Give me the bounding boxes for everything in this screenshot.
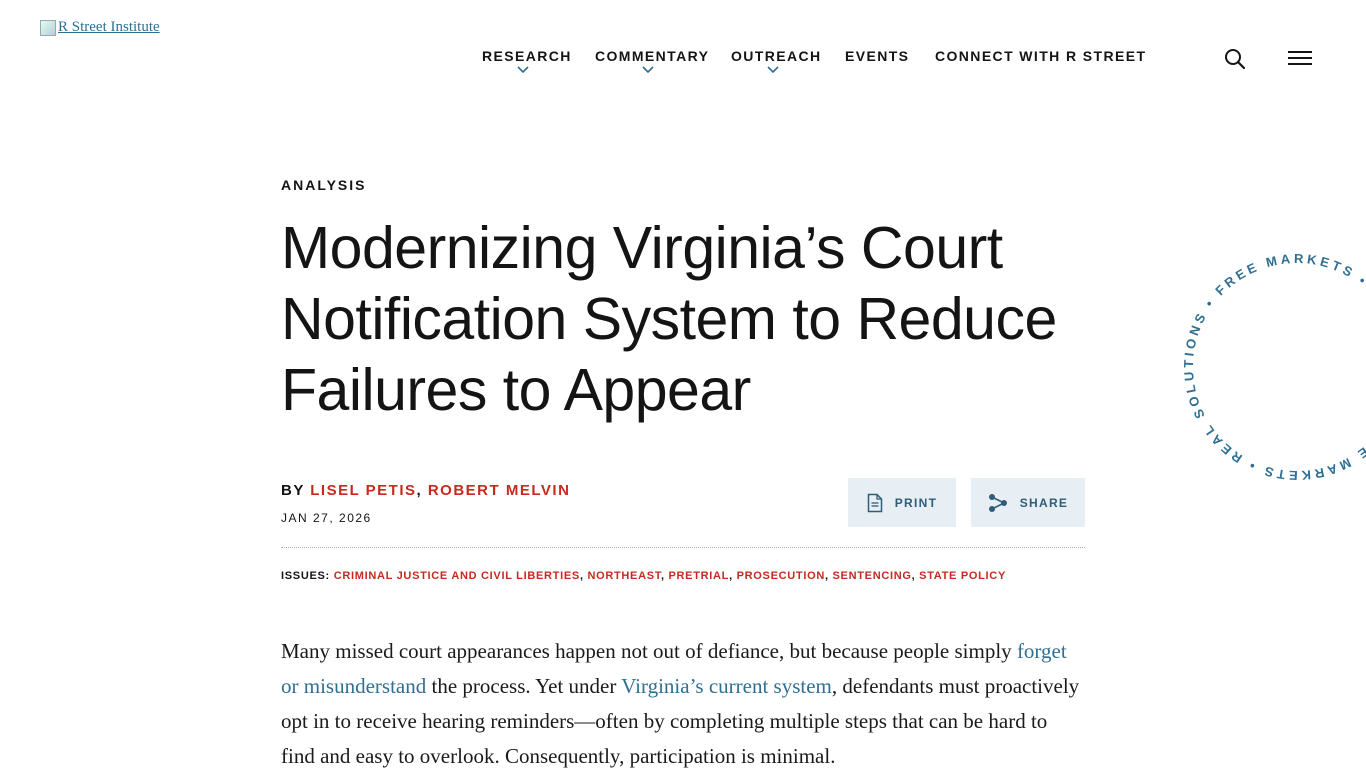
issue-tag[interactable]: PROSECUTION bbox=[737, 570, 825, 582]
broken-image-icon bbox=[40, 19, 56, 36]
divider bbox=[281, 547, 1085, 548]
issues-list: ISSUES: CRIMINAL JUSTICE AND CIVIL LIBER… bbox=[281, 570, 1006, 582]
issue-tag[interactable]: CRIMINAL JUSTICE AND CIVIL LIBERTIES bbox=[334, 570, 580, 582]
nav-item-outreach[interactable]: OUTREACH bbox=[731, 48, 822, 64]
author-link[interactable]: LISEL PETIS bbox=[310, 482, 416, 499]
author-link[interactable]: ROBERT MELVIN bbox=[428, 482, 571, 499]
logo-link[interactable]: R Street Institute bbox=[40, 19, 160, 36]
nav-item-commentary[interactable]: COMMENTARY bbox=[595, 48, 709, 64]
issue-tag[interactable]: STATE POLICY bbox=[919, 570, 1006, 582]
author-separator: , bbox=[416, 482, 423, 499]
article-category[interactable]: ANALYSIS bbox=[281, 177, 367, 193]
publish-date: JAN 27, 2026 bbox=[281, 511, 372, 525]
share-icon bbox=[988, 493, 1007, 512]
chevron-down-icon[interactable] bbox=[767, 66, 779, 74]
nav-item-events[interactable]: EVENTS bbox=[845, 48, 909, 64]
share-label: SHARE bbox=[1019, 495, 1069, 510]
issue-tag[interactable]: PRETRIAL bbox=[669, 570, 730, 582]
issue-tag[interactable]: NORTHEAST bbox=[587, 570, 661, 582]
article-paragraph: Many missed court appearances happen not… bbox=[281, 634, 1081, 768]
byline: BY LISEL PETIS, ROBERT MELVIN bbox=[281, 482, 570, 499]
hamburger-menu-icon[interactable] bbox=[1288, 50, 1312, 66]
share-button[interactable]: SHARE bbox=[971, 478, 1085, 527]
search-icon[interactable] bbox=[1224, 48, 1246, 70]
issue-tag[interactable]: SENTENCING bbox=[833, 570, 912, 582]
article-title: Modernizing Virginia’s Court Notificatio… bbox=[281, 215, 1057, 423]
inline-link[interactable]: Virginia’s current system bbox=[621, 674, 832, 698]
chevron-down-icon[interactable] bbox=[642, 66, 654, 74]
badge-text: FREE MARKETS • REAL SOLUTIONS • FREE MAR… bbox=[1172, 242, 1366, 492]
nav-item-research[interactable]: RESEARCH bbox=[482, 48, 572, 64]
circular-badge: FREE MARKETS • REAL SOLUTIONS • FREE MAR… bbox=[1172, 242, 1366, 492]
chevron-down-icon[interactable] bbox=[517, 66, 529, 74]
print-button[interactable]: PRINT bbox=[848, 478, 956, 527]
svg-text:FREE MARKETS • REAL SOLUTIONS: FREE MARKETS • REAL SOLUTIONS • FREE MAR… bbox=[1172, 242, 1366, 492]
paragraph-text: the process. Yet under bbox=[426, 674, 622, 698]
document-icon bbox=[867, 493, 882, 512]
nav-item-connect[interactable]: CONNECT WITH R STREET bbox=[935, 48, 1146, 64]
issues-label: ISSUES: bbox=[281, 570, 330, 582]
logo-alt-text: R Street Institute bbox=[58, 19, 160, 35]
paragraph-text: Many missed court appearances happen not… bbox=[281, 639, 1017, 663]
byline-prefix: BY bbox=[281, 482, 305, 499]
print-label: PRINT bbox=[894, 495, 938, 510]
